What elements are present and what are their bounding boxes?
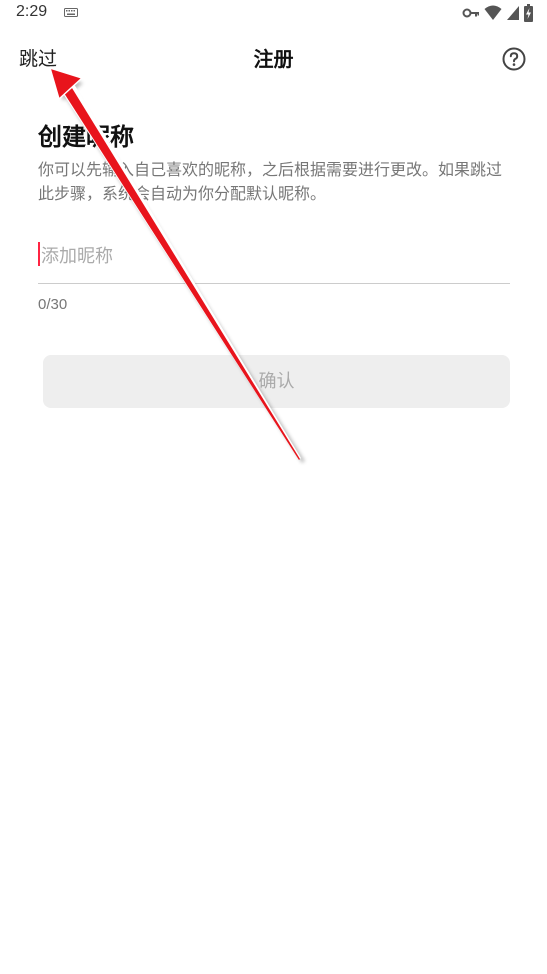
skip-button[interactable]: 跳过 xyxy=(19,44,57,71)
status-bar: 2:29 xyxy=(0,0,547,28)
wifi-icon xyxy=(484,5,502,20)
top-bar: 跳过 注册 xyxy=(0,32,547,84)
create-nickname-heading: 创建昵称 xyxy=(38,123,134,151)
text-cursor xyxy=(38,242,40,266)
page-title: 注册 xyxy=(253,47,294,71)
status-icons xyxy=(462,4,533,22)
battery-charging-icon xyxy=(524,4,533,22)
help-circle-icon[interactable] xyxy=(502,47,526,71)
nickname-description: 你可以先输入自己喜欢的昵称，之后根据需要进行更改。如果跳过此步骤，系统会自动为你… xyxy=(38,160,503,203)
nickname-input[interactable] xyxy=(38,236,513,276)
char-counter: 0/30 xyxy=(38,296,68,313)
confirm-button[interactable]: 确认 xyxy=(43,355,510,408)
nickname-field[interactable] xyxy=(38,236,513,284)
signal-icon xyxy=(507,6,519,20)
keyboard-icon xyxy=(64,8,78,17)
vpn-key-icon xyxy=(462,8,479,18)
status-time: 2:29 xyxy=(16,3,48,20)
